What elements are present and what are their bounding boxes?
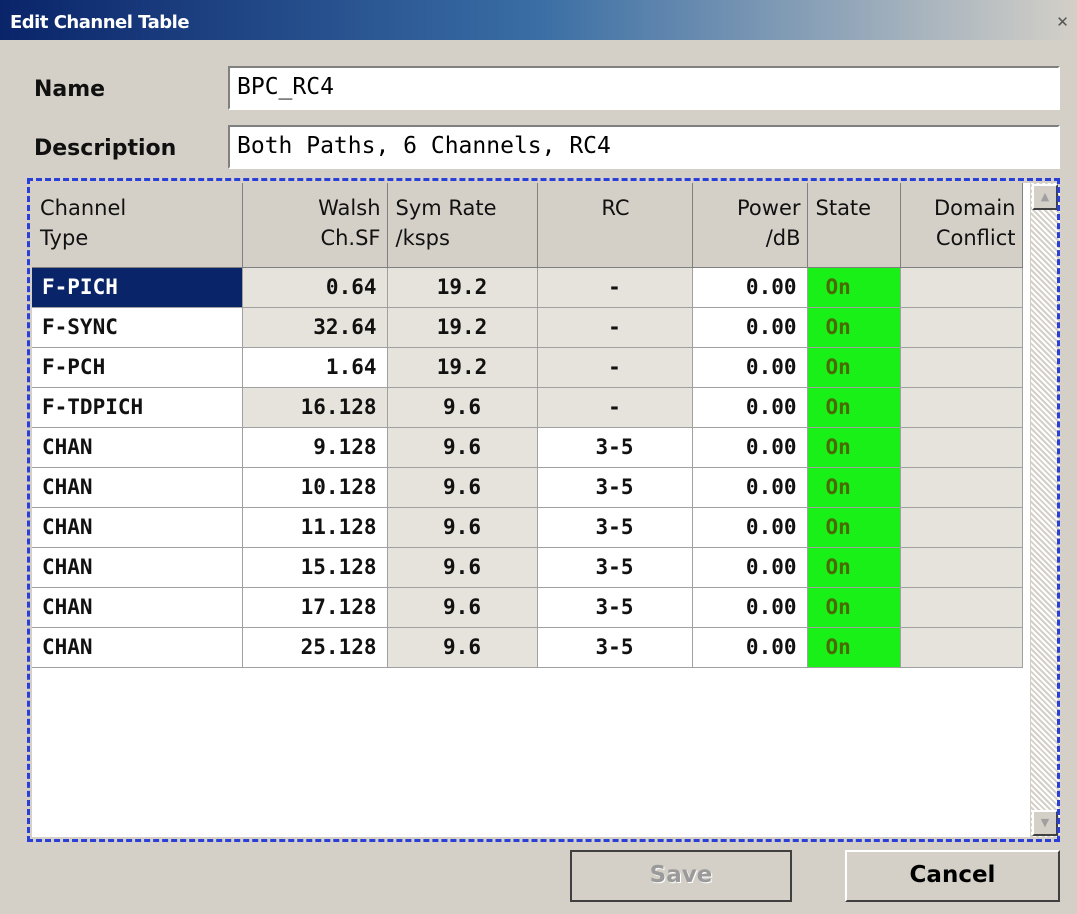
name-label: Name [34,77,106,102]
name-input[interactable]: BPC_RC4 [228,66,1060,110]
description-label: Description [34,136,177,161]
description-input[interactable]: Both Paths, 6 Channels, RC4 [228,125,1060,169]
title-bar: Edit Channel Table ✕ [0,0,1077,40]
cancel-button[interactable]: Cancel [845,850,1060,902]
close-icon[interactable]: ✕ [1054,14,1071,31]
table-focus-frame [27,178,1060,842]
save-button[interactable]: Save [570,850,792,902]
window-title: Edit Channel Table [10,12,190,33]
